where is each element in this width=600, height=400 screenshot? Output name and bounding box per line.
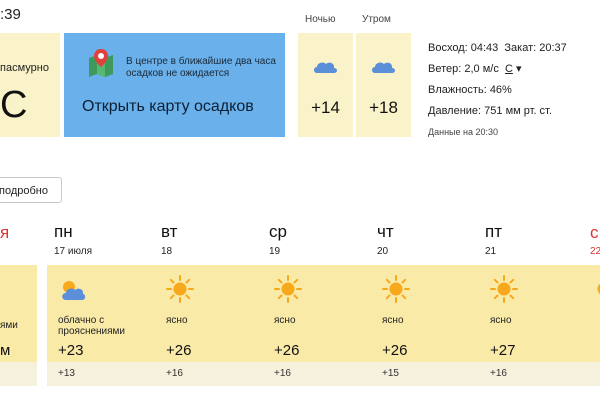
partial-day-right: с	[590, 223, 599, 242]
open-precipitation-map-link[interactable]: Открыть карту осадков	[82, 98, 254, 116]
day-name-tue: вт	[161, 222, 178, 241]
period-temp-night: +14	[311, 98, 340, 117]
forecast-low-strip-partial-left	[0, 362, 37, 386]
day-high-wed: +26	[274, 342, 300, 359]
humidity-value: 46%	[489, 84, 512, 96]
map-icon	[89, 49, 113, 77]
wind-arrow-icon: ▾	[515, 63, 522, 75]
current-time: :39	[0, 6, 21, 23]
data-timestamp: Данные на 20:30	[428, 127, 499, 137]
day-condition-fri: ясно	[490, 315, 512, 326]
day-high-thu: +26	[382, 342, 408, 359]
current-condition: пасмурно	[0, 62, 49, 74]
day-condition-mon: облачно с прояснениями	[58, 315, 126, 337]
day-date-thu: 20	[377, 246, 389, 257]
cloud-icon	[372, 62, 395, 73]
cloud-icon	[314, 62, 337, 73]
sun-icon	[490, 275, 518, 303]
precipitation-message: В центре в ближайшие два часа осадков не…	[126, 56, 276, 79]
period-label-night: Ночью	[305, 14, 336, 25]
sun-icon	[382, 275, 410, 303]
day-low-mon: +13	[58, 368, 75, 379]
pressure-row: Давление: 751 мм рт. ст.	[428, 101, 567, 122]
period-label-morning: Утром	[362, 14, 391, 25]
partial-high-left: м	[0, 342, 11, 359]
day-low-fri: +16	[490, 368, 507, 379]
sunset-label: Закат:	[504, 42, 537, 54]
sun-icon	[597, 283, 600, 295]
wind-speed: 2,0 м/с	[464, 63, 499, 75]
wind-label: Ветер:	[428, 63, 462, 75]
partial-condition-left: ями	[0, 320, 18, 331]
partial-date-right: 22	[590, 246, 600, 257]
partly-cloudy-icon	[62, 281, 86, 300]
day-name-fri: пт	[485, 222, 502, 241]
forecast-low-strip	[47, 362, 600, 386]
sun-icon	[166, 275, 194, 303]
day-high-fri: +27	[490, 342, 516, 359]
day-date-mon: 17 июля	[54, 246, 93, 257]
day-high-mon: +23	[58, 342, 84, 359]
details-button[interactable]: подробно	[0, 177, 62, 203]
day-high-tue: +26	[166, 342, 192, 359]
day-condition-thu: ясно	[382, 315, 404, 326]
humidity-row: Влажность: 46%	[428, 80, 567, 101]
sun-icon	[274, 275, 302, 303]
period-card-morning	[356, 33, 411, 137]
day-date-tue: 18	[161, 246, 173, 257]
day-name-mon: пн	[54, 222, 73, 241]
pressure-label: Давление:	[428, 105, 482, 117]
sunrise-time: 04:43	[470, 42, 499, 54]
day-name-thu: чт	[377, 222, 394, 241]
pressure-value: 751 мм рт. ст.	[484, 105, 552, 117]
day-date-wed: 19	[269, 246, 281, 257]
wind-row: Ветер: 2,0 м/с С ▾	[428, 59, 567, 80]
period-temp-morning: +18	[369, 98, 398, 117]
day-low-thu: +15	[382, 368, 399, 379]
day-low-wed: +16	[274, 368, 291, 379]
sun-times: Восход: 04:43 Закат: 20:37	[428, 38, 567, 59]
period-card-night	[298, 33, 353, 137]
humidity-label: Влажность:	[428, 84, 487, 96]
weather-details: Восход: 04:43 Закат: 20:37 Ветер: 2,0 м/…	[428, 38, 567, 143]
day-condition-wed: ясно	[274, 315, 296, 326]
sunset-time: 20:37	[539, 42, 567, 54]
day-low-tue: +16	[166, 368, 183, 379]
sunrise-label: Восход:	[428, 42, 468, 54]
partial-day-left: я	[0, 223, 10, 242]
wind-direction[interactable]: С	[505, 63, 513, 75]
day-condition-tue: ясно	[166, 315, 188, 326]
current-temperature: С	[0, 84, 28, 126]
day-date-fri: 21	[485, 246, 497, 257]
day-name-wed: ср	[269, 222, 287, 241]
